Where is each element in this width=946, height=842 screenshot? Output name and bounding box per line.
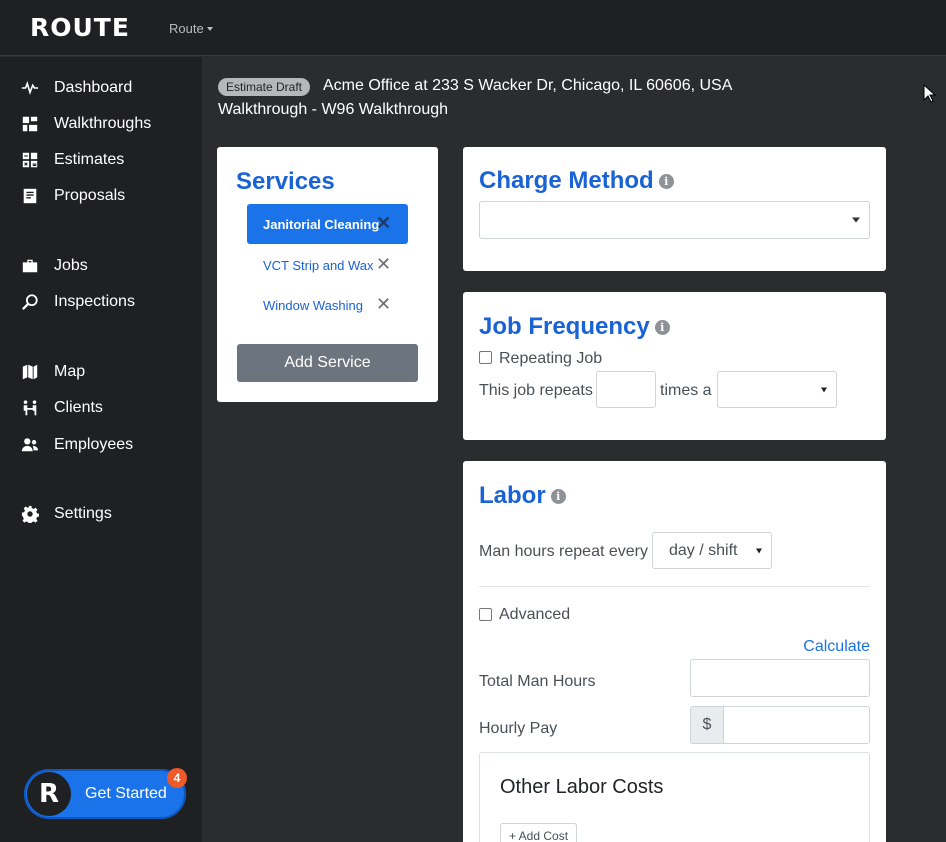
route-logo[interactable]: ROUTE [30, 13, 130, 42]
man-hours-period-selected: day / shift [669, 542, 738, 559]
hourly-pay-input[interactable] [723, 706, 870, 744]
sidebar-item-label: Clients [54, 399, 103, 416]
sidebar-item-label: Dashboard [54, 79, 133, 96]
charge-method-select[interactable] [479, 201, 870, 239]
total-man-hours-input[interactable] [690, 659, 870, 697]
total-man-hours-label: Total Man Hours [479, 673, 596, 690]
sidebar-item-label: Jobs [54, 257, 88, 274]
route-dropdown-menu[interactable]: Route [169, 21, 213, 36]
repeats-count-input[interactable] [596, 371, 656, 408]
status-badge: Estimate Draft [218, 78, 311, 96]
charge-method-title: Charge Method i [479, 167, 674, 195]
document-icon [20, 186, 40, 206]
sidebar-item-settings[interactable]: Settings [0, 499, 202, 529]
hourly-pay-label: Hourly Pay [479, 720, 558, 737]
mouse-cursor-icon [923, 84, 937, 103]
get-started-button[interactable]: R Get Started [24, 769, 186, 819]
service-name: Window Washing [263, 297, 363, 313]
charge-method-card: Charge Method i [463, 147, 886, 271]
labor-card: Labor i Man hours repeat every day / shif… [463, 461, 886, 842]
get-started-label: Get Started [85, 785, 167, 802]
remove-service-icon[interactable]: ✕ [376, 214, 391, 232]
top-bar: ROUTE Route [0, 0, 946, 56]
job-frequency-card: Job Frequency i Repeating Job This job re… [463, 292, 886, 440]
sidebar-item-proposals[interactable]: Proposals [0, 181, 202, 211]
service-item-janitorial-cleaning[interactable]: Janitorial Cleaning ✕ [247, 204, 408, 244]
route-menu-label: Route [169, 21, 204, 36]
sidebar-item-label: Map [54, 363, 86, 380]
job-frequency-title-text: Job Frequency [479, 313, 650, 340]
sidebar-item-map[interactable]: Map [0, 357, 202, 387]
labor-title-text: Labor [479, 482, 546, 509]
service-item-window-washing[interactable]: Window Washing ✕ [247, 285, 408, 325]
caret-down-icon [756, 548, 762, 553]
advanced-label: Advanced [499, 606, 571, 623]
floorplan-icon [20, 114, 40, 134]
services-card: Services Janitorial Cleaning ✕ VCT Strip… [217, 147, 438, 402]
charge-method-title-text: Charge Method [479, 167, 654, 194]
repeating-job-label: Repeating Job [499, 350, 603, 367]
notification-badge: 4 [167, 768, 187, 788]
briefcase-icon [20, 256, 40, 276]
man-hours-label: Man hours repeat every [479, 543, 648, 560]
calculator-icon [20, 150, 40, 170]
sidebar-item-label: Estimates [54, 151, 125, 168]
sidebar-item-clients[interactable]: Clients [0, 393, 202, 423]
job-frequency-title: Job Frequency i [479, 313, 670, 341]
sidebar-item-label: Walkthroughs [54, 115, 152, 132]
estimate-address: Acme Office at 233 S Wacker Dr, Chicago,… [323, 77, 733, 94]
info-icon[interactable]: i [550, 489, 566, 504]
sidebar-item-walkthroughs[interactable]: Walkthroughs [0, 109, 202, 139]
service-item-vct-strip-and-wax[interactable]: VCT Strip and Wax ✕ [247, 245, 408, 285]
services-title: Services [236, 168, 335, 195]
sidebar-item-jobs[interactable]: Jobs [0, 251, 202, 281]
info-icon[interactable]: i [658, 174, 674, 189]
people-icon [20, 435, 40, 455]
sidebar-item-label: Proposals [54, 187, 126, 204]
map-icon [20, 362, 40, 382]
other-labor-costs-panel: Other Labor Costs + Add Cost [479, 752, 870, 842]
sidebar-item-employees[interactable]: Employees [0, 430, 202, 460]
sidebar-item-estimates[interactable]: Estimates [0, 145, 202, 175]
sidebar-item-inspections[interactable]: Inspections [0, 287, 202, 317]
caret-down-icon [852, 217, 860, 223]
magnifier-icon [20, 292, 40, 312]
add-cost-button[interactable]: + Add Cost [500, 823, 578, 842]
gear-icon [20, 504, 40, 524]
pulse-icon [20, 78, 40, 98]
remove-service-icon[interactable]: ✕ [376, 255, 391, 273]
sidebar-item-dashboard[interactable]: Dashboard [0, 73, 202, 103]
service-name: VCT Strip and Wax [263, 257, 374, 273]
repeating-job-checkbox[interactable] [479, 351, 492, 364]
remove-service-icon[interactable]: ✕ [376, 295, 391, 313]
add-service-button[interactable]: Add Service [237, 344, 418, 382]
man-hours-period-select[interactable]: day / shift [652, 532, 772, 569]
walkthrough-link[interactable]: Walkthrough - W96 Walkthrough [218, 101, 448, 119]
caret-down-icon [821, 387, 827, 392]
sidebar-item-label: Employees [54, 436, 134, 453]
repeat-period-select[interactable] [717, 371, 837, 408]
sidebar-item-label: Settings [54, 505, 112, 522]
info-icon[interactable]: i [654, 320, 670, 335]
divider [479, 586, 870, 587]
advanced-checkbox[interactable] [479, 608, 492, 621]
clients-icon [20, 398, 40, 418]
repeats-middle-label: times a [660, 382, 712, 399]
caret-down-icon [206, 27, 213, 31]
sidebar-item-label: Inspections [54, 293, 135, 310]
route-r-logo-icon: R [27, 772, 71, 816]
labor-title: Labor i [479, 482, 566, 510]
repeats-prefix-label: This job repeats [479, 382, 593, 399]
other-labor-costs-title: Other Labor Costs [500, 776, 664, 798]
currency-prefix: $ [690, 706, 724, 744]
service-name: Janitorial Cleaning [263, 216, 380, 232]
calculate-link[interactable]: Calculate [803, 638, 870, 656]
